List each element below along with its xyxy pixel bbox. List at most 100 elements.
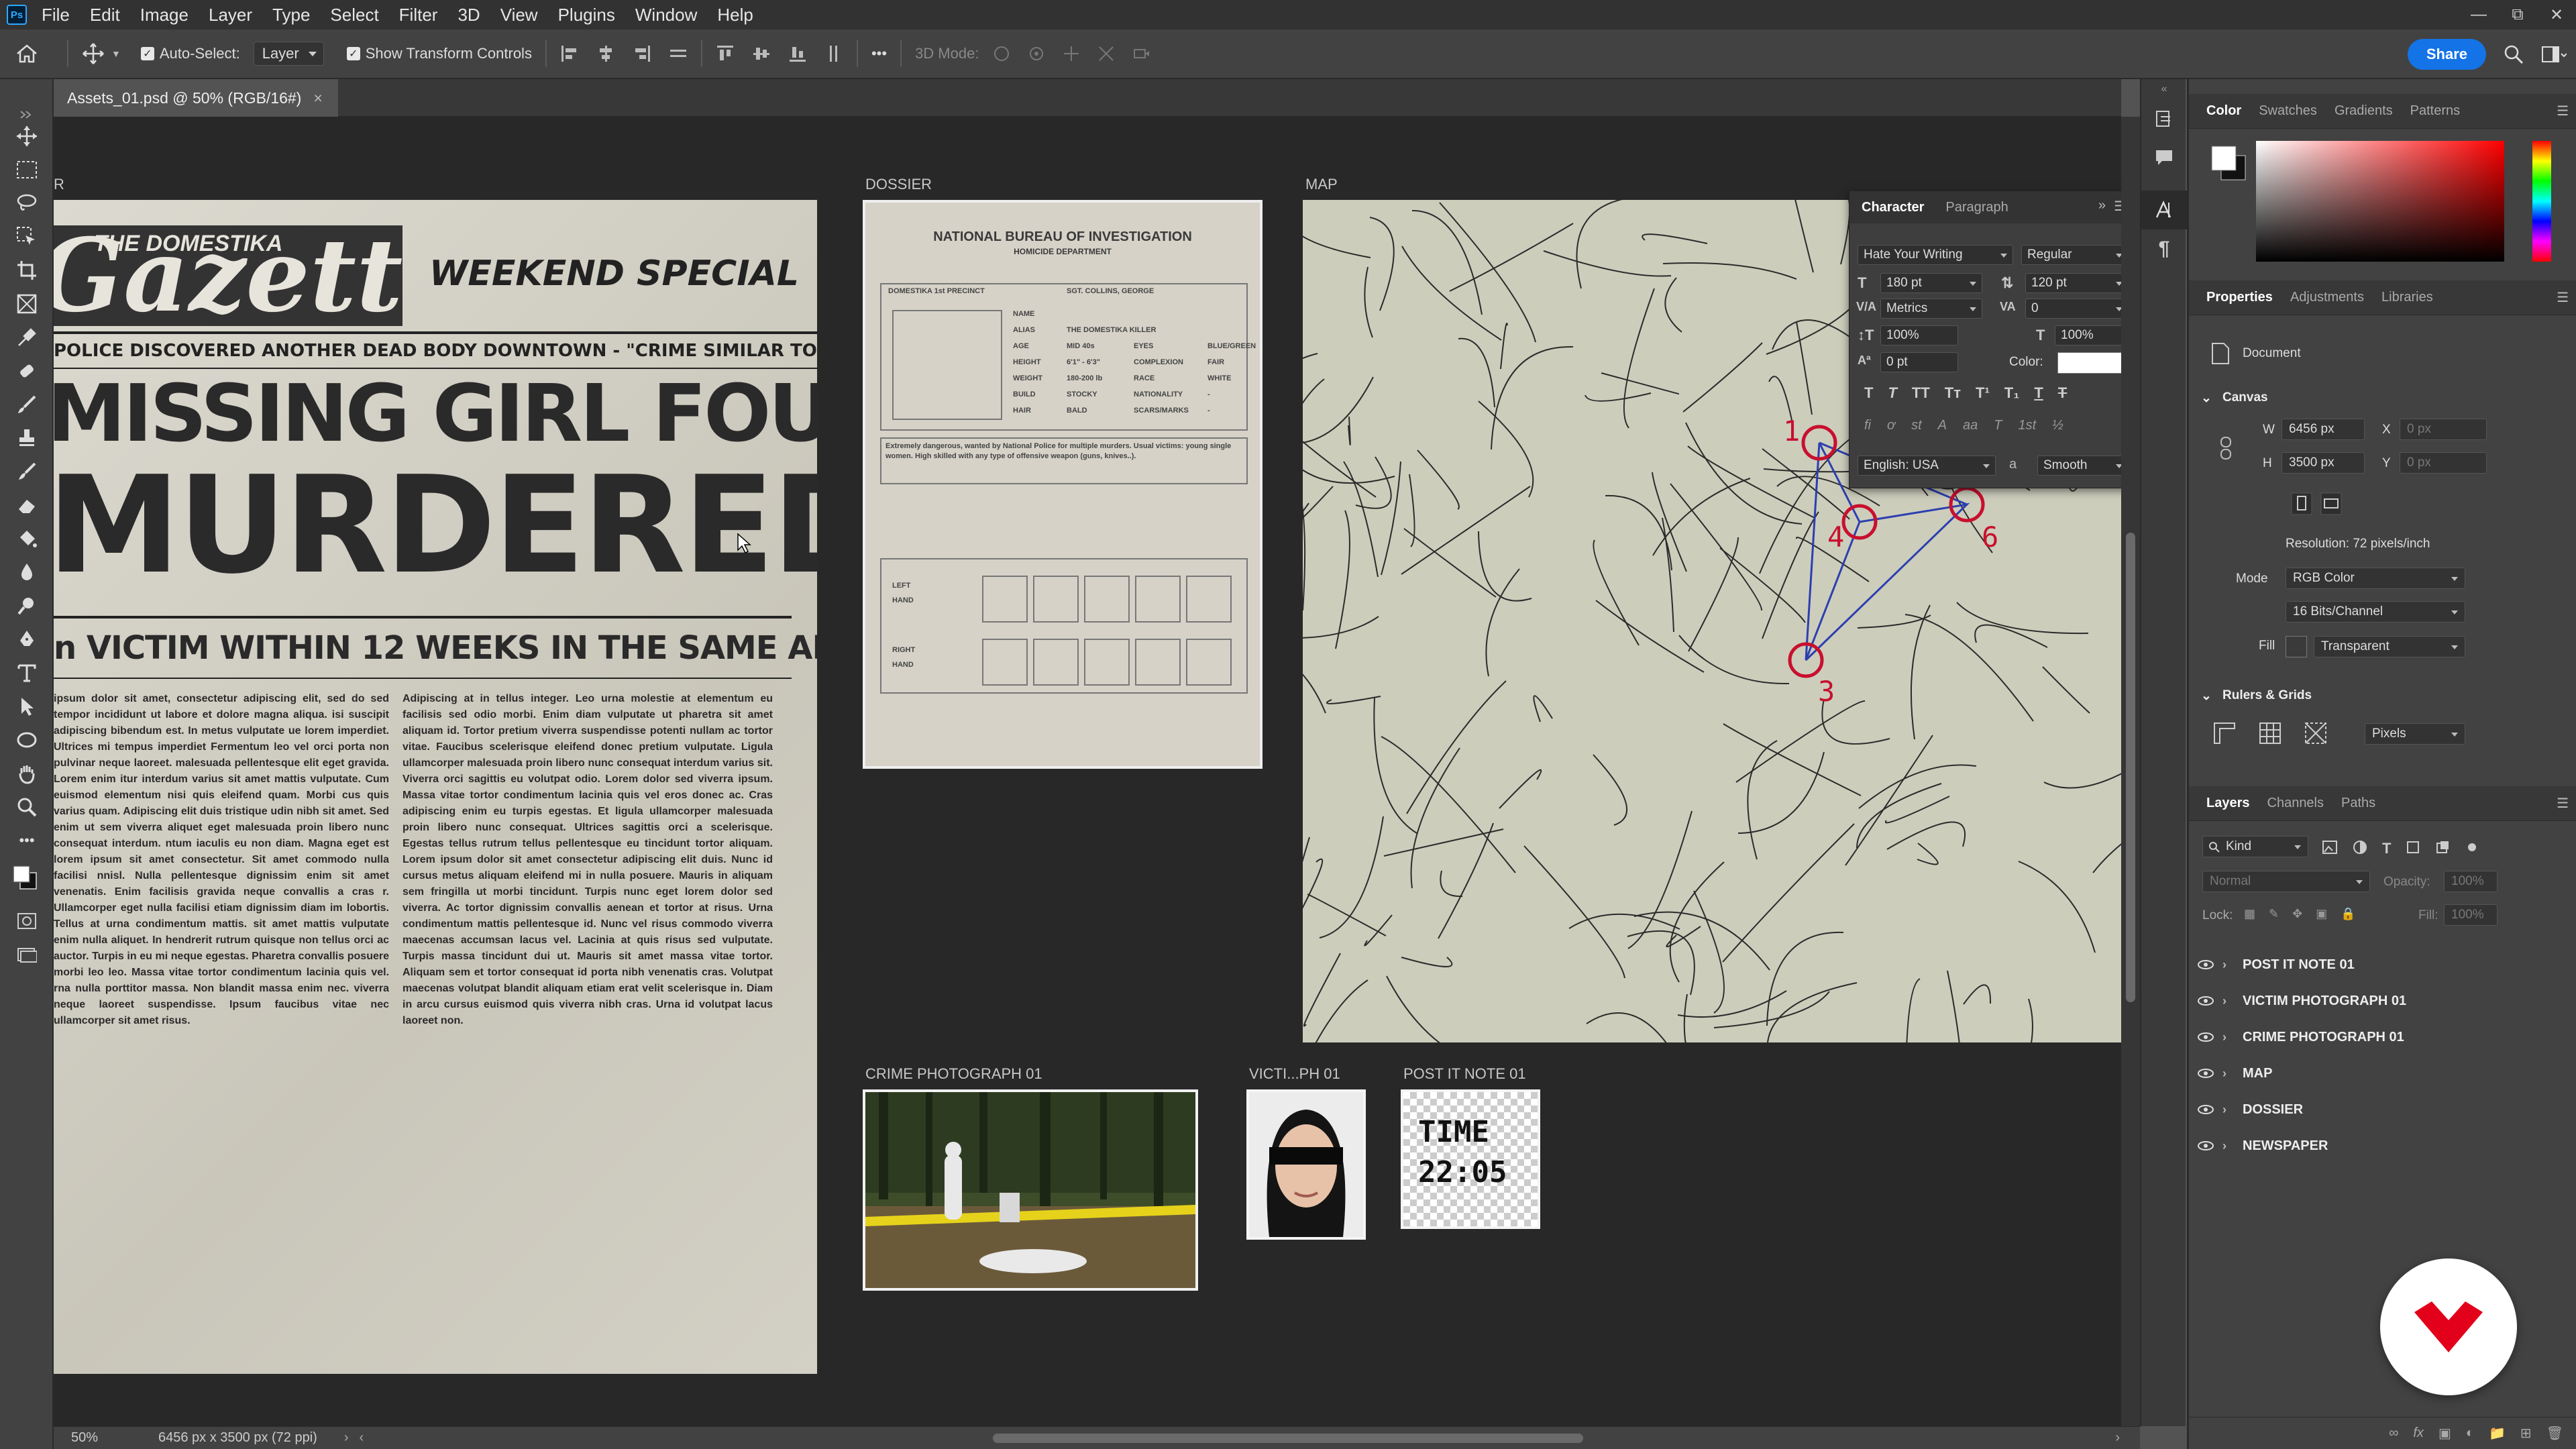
tab-libraries[interactable]: Libraries — [2381, 290, 2433, 305]
dossier-artboard[interactable]: NATIONAL BUREAU OF INVESTIGATION HOMICID… — [863, 200, 1263, 769]
expand-chevron-icon[interactable]: › — [2222, 1030, 2243, 1044]
hue-slider[interactable] — [2532, 141, 2551, 262]
auto-select-checkbox[interactable]: ✓ — [140, 47, 154, 60]
fractions-icon[interactable]: ½ — [2052, 418, 2063, 433]
align-bottom-icon[interactable] — [788, 44, 807, 63]
new-group-icon[interactable]: 📁 — [2489, 1425, 2506, 1442]
rulers-section-title[interactable]: Rulers & Grids — [2222, 688, 2312, 703]
filter-shape-icon[interactable] — [2406, 840, 2420, 857]
guides-icon[interactable] — [2304, 722, 2327, 745]
align-left-icon[interactable] — [560, 44, 579, 63]
add-mask-icon[interactable]: ▣ — [2438, 1425, 2451, 1442]
fill-dropdown[interactable]: Transparent — [2314, 636, 2465, 657]
menu-filter[interactable]: Filter — [399, 5, 438, 25]
link-dimensions-icon[interactable] — [2218, 435, 2235, 462]
align-middle-icon[interactable] — [752, 44, 771, 63]
pen-tool-icon[interactable] — [0, 623, 54, 656]
menu-help[interactable]: Help — [717, 5, 753, 25]
horizontal-scroll-thumb[interactable] — [993, 1434, 1583, 1443]
align-right-icon[interactable] — [633, 44, 651, 63]
tab-color[interactable]: Color — [2206, 103, 2241, 119]
tab-paragraph[interactable]: Paragraph — [1945, 200, 2008, 215]
path-selection-tool-icon[interactable] — [0, 690, 54, 723]
canvas-height-field[interactable]: 3500 px — [2282, 452, 2365, 474]
canvas-section-title[interactable]: Canvas — [2222, 390, 2268, 405]
ruler-units-dropdown[interactable]: Pixels — [2365, 723, 2465, 745]
underline-icon[interactable]: T — [2034, 384, 2043, 402]
color-panel-menu-icon[interactable]: ☰ — [2557, 103, 2569, 119]
canvas-y-field[interactable]: 0 px — [2400, 452, 2487, 474]
crime-photo-artboard[interactable] — [863, 1089, 1198, 1291]
document-tab[interactable]: Assets_01.psd @ 50% (RGB/16#) × — [54, 79, 338, 117]
lock-transparent-icon[interactable]: ▦ — [2244, 907, 2255, 921]
tracking-field[interactable]: 0 — [2025, 299, 2129, 319]
scroll-left-icon[interactable]: ‹ — [360, 1430, 364, 1446]
font-style-dropdown[interactable]: Regular — [2021, 245, 2129, 265]
layer-filter-kind-dropdown[interactable]: Kind — [2202, 836, 2308, 857]
home-icon[interactable] — [0, 44, 54, 64]
distribute-vertical-icon[interactable] — [824, 44, 843, 63]
expand-chevron-icon[interactable]: › — [2222, 1067, 2243, 1081]
ordinals-icon[interactable]: 1st — [2018, 418, 2036, 433]
workspace-icon[interactable] — [2541, 44, 2567, 64]
tab-patterns[interactable]: Patterns — [2410, 103, 2460, 119]
filter-toggle-icon[interactable] — [2465, 840, 2479, 857]
fill-swatch[interactable] — [2286, 636, 2307, 657]
layer-row[interactable]: › VICTIM PHOTOGRAPH 01 — [2189, 983, 2565, 1018]
map-artboard-label[interactable]: MAP — [1305, 176, 1338, 193]
eraser-tool-icon[interactable] — [0, 488, 54, 522]
lock-artboard-icon[interactable]: ▣ — [2316, 907, 2327, 921]
visibility-eye-icon[interactable] — [2189, 1140, 2222, 1151]
filter-type-icon[interactable]: T — [2382, 840, 2391, 857]
horizontal-scale-field[interactable]: 100% — [2055, 325, 2129, 345]
kerning-dropdown[interactable]: Metrics — [1880, 299, 1982, 319]
old-style-icon[interactable]: ơ — [1887, 418, 1895, 433]
3d-orbit-icon[interactable] — [992, 44, 1011, 63]
frame-tool-icon[interactable] — [0, 287, 54, 321]
move-tool-preset-icon[interactable]: ▼ — [82, 42, 121, 65]
tab-swatches[interactable]: Swatches — [2259, 103, 2317, 119]
portrait-icon[interactable] — [2291, 492, 2312, 515]
bit-depth-dropdown[interactable]: 16 Bits/Channel — [2286, 601, 2465, 623]
menu-image[interactable]: Image — [140, 5, 189, 25]
new-layer-icon[interactable]: ⊞ — [2520, 1425, 2532, 1442]
font-size-field[interactable]: 180 pt — [1880, 273, 1982, 293]
tab-layers[interactable]: Layers — [2206, 796, 2250, 811]
baseline-shift-field[interactable]: 0 pt — [1880, 352, 1958, 372]
visibility-eye-icon[interactable] — [2189, 996, 2222, 1006]
strikethrough-icon[interactable]: T — [2058, 384, 2067, 402]
brush-tool-icon[interactable] — [0, 388, 54, 421]
object-selection-tool-icon[interactable] — [0, 220, 54, 254]
close-document-icon[interactable]: × — [313, 89, 322, 107]
filter-pixel-icon[interactable] — [2322, 840, 2338, 857]
faux-italic-icon[interactable]: T — [1888, 384, 1896, 402]
menu-layer[interactable]: Layer — [209, 5, 252, 25]
subscript-icon[interactable]: T₁ — [2004, 384, 2020, 402]
align-top-icon[interactable] — [716, 44, 735, 63]
canvas-section-chevron[interactable]: ⌄ — [2201, 390, 2212, 406]
move-tool-icon[interactable] — [0, 119, 54, 153]
antialias-dropdown[interactable]: Smooth — [2037, 455, 2129, 476]
ellipse-tool-icon[interactable] — [0, 723, 54, 757]
menu-file[interactable]: File — [42, 5, 70, 25]
visibility-eye-icon[interactable] — [2189, 1104, 2222, 1115]
leading-field[interactable]: 120 pt — [2025, 273, 2129, 293]
healing-brush-tool-icon[interactable] — [0, 354, 54, 388]
search-icon[interactable] — [2504, 44, 2524, 64]
3d-roll-icon[interactable] — [1027, 44, 1046, 63]
lasso-tool-icon[interactable] — [0, 186, 54, 220]
text-color-swatch[interactable] — [2057, 352, 2130, 374]
quick-mask-icon[interactable] — [0, 904, 54, 938]
paint-bucket-tool-icon[interactable] — [0, 522, 54, 555]
blend-mode-dropdown[interactable]: Normal — [2202, 871, 2370, 892]
menu-type[interactable]: Type — [272, 5, 310, 25]
color-picker-field[interactable] — [2256, 141, 2504, 262]
tab-paths[interactable]: Paths — [2341, 796, 2375, 811]
3d-pan-icon[interactable] — [1062, 44, 1081, 63]
expand-chevron-icon[interactable]: › — [2222, 994, 2243, 1008]
lock-position-icon[interactable]: ✥ — [2292, 907, 2302, 921]
small-caps-icon[interactable]: Tт — [1945, 384, 1961, 402]
minimize-icon[interactable]: — — [2459, 0, 2498, 30]
lock-pixels-icon[interactable]: ✎ — [2269, 907, 2279, 921]
layers-panel-menu-icon[interactable]: ☰ — [2557, 795, 2569, 812]
